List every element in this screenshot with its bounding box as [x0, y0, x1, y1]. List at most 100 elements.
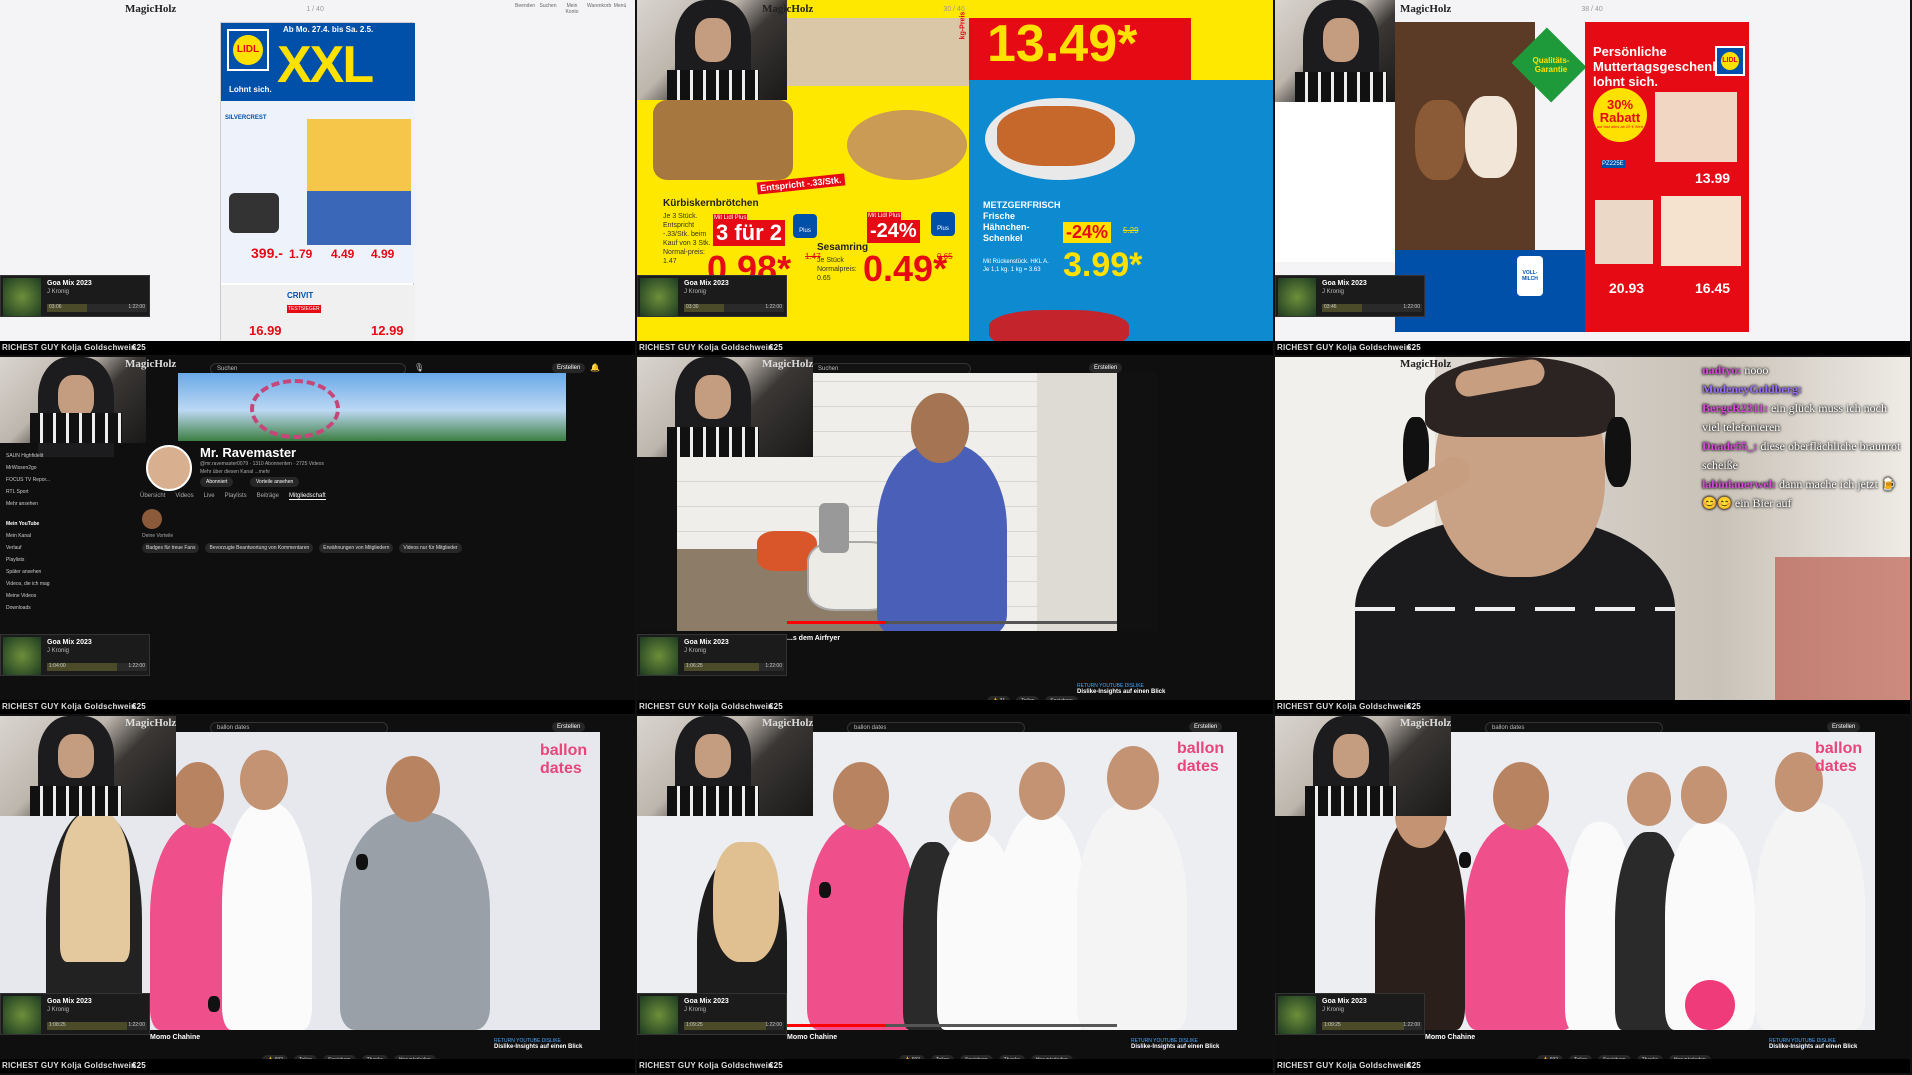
music-total: 1:22:00 — [128, 1022, 145, 1028]
panel-youtube-ballon-3: ballon dates Erstellen ballon dates Momo… — [1275, 716, 1912, 1075]
music-widget: Goa Mix 2023 J Kronig 1:09:25 1:22:00 — [637, 993, 787, 1035]
nav-account[interactable]: Mein Konto — [563, 3, 581, 15]
sidebar-my-youtube[interactable]: Mein YouTube — [6, 521, 39, 527]
video-title: ...s dem Airfryer — [787, 635, 841, 642]
nav-menu[interactable]: Menü — [611, 3, 629, 15]
tab-live[interactable]: Live — [204, 493, 215, 500]
nav-search[interactable]: Suchen — [539, 3, 557, 15]
member-avatar — [142, 509, 162, 529]
sidebar-watch-later[interactable]: Später ansehen — [6, 569, 41, 575]
perk-mentions[interactable]: Erwähnungen von Mitgliedern — [319, 543, 394, 553]
panel-youtube-ballon-1: ballon dates Erstellen ballon dates Momo… — [0, 716, 637, 1075]
sidebar-item-rtl[interactable]: RTL Sport — [6, 489, 29, 495]
kg-price: 13.49* — [987, 15, 1138, 73]
brand-logo: MagicHolz — [1400, 3, 1452, 15]
music-title: Goa Mix 2023 — [47, 280, 92, 287]
tab-playlists[interactable]: Playlists — [225, 493, 247, 500]
price-1399: 13.99 — [1695, 170, 1731, 186]
lidl-logo: LIDL — [227, 29, 269, 71]
plus-label-2: Mit Lidl Plus — [867, 212, 902, 220]
tab-posts[interactable]: Beiträge — [257, 493, 279, 500]
item-sesam-price: 0.49* — [863, 248, 948, 289]
panel-lidl-flyer-muttertag: MagicHolz 38 / 40 Qualitäts-Garantie Per… — [1275, 0, 1912, 357]
sidebar-my-channel[interactable]: Mein Kanal — [6, 533, 31, 539]
music-title: Goa Mix 2023 — [684, 639, 729, 646]
sidebar-item-saun[interactable]: SAUN Highfidelit — [6, 453, 43, 459]
tab-overview[interactable]: Übersicht — [140, 493, 165, 500]
lidl-logo: LIDL — [1715, 46, 1745, 76]
flyer-page: LIDL Lohnt sich. Ab Mo. 27.4. bis Sa. 2.… — [220, 22, 415, 353]
donation-ticker: RICHEST GUY Kolja Goldschwein €25 — [637, 700, 1273, 714]
quality-badge: Qualitäts-Garantie — [1532, 56, 1570, 74]
nav-cart[interactable]: Warenkorb — [587, 3, 611, 15]
sidebar-item-mrwissen[interactable]: MrWissen2go — [6, 465, 37, 471]
perks-button[interactable]: Vorteile ansehen — [250, 477, 300, 487]
music-total: 1:22:00 — [128, 304, 145, 310]
brand-crivit: CRIVIT — [287, 291, 314, 300]
chat-message: labinlauerwel: dann mache ich jetzt 🍺😊😊 … — [1702, 477, 1896, 510]
music-elapsed: 03:06 — [49, 304, 62, 310]
muttertag-headline: Persönliche Muttertagsgeschenke lohnt si… — [1593, 44, 1727, 89]
streamer-webcam — [0, 716, 176, 816]
lidl-plus-logo-1: Plus — [793, 214, 817, 238]
tab-videos[interactable]: Videos — [175, 493, 193, 500]
brand-logo: MagicHolz — [125, 3, 177, 15]
channel-name[interactable]: Momo Chahine — [1425, 1034, 1475, 1041]
item-bun-desc: Je 3 Stück. Entspricht -.33/Stk. beim Ka… — [663, 213, 711, 265]
donation-ticker: RICHEST GUY Kolja Goldschwein €25 — [0, 700, 635, 714]
music-artist: J Kronig — [684, 289, 707, 295]
music-total: 1:22:00 — [1403, 304, 1420, 310]
music-widget: Goa Mix 2023 J Kronig 03:30 1:22:00 — [637, 275, 787, 317]
sidebar-item-more[interactable]: Mehr ansehen — [6, 501, 38, 507]
item-sesam-old: 0.65 — [937, 252, 953, 261]
member-perks-title: Deine Vorteile — [142, 533, 174, 539]
music-elapsed: 1:08:25 — [49, 1022, 66, 1028]
item-chicken-price: 3.99* — [1063, 246, 1143, 284]
music-elapsed: 03:30 — [686, 304, 699, 310]
chat-message: BergeR2311: ein glück muss ich noch viel… — [1702, 401, 1887, 434]
music-elapsed: 1:04:00 — [49, 663, 66, 669]
sidebar-item-focus[interactable]: FOCUS TV Repor... — [6, 477, 50, 483]
ballon-dates-logo: ballon dates — [540, 742, 588, 777]
dislike-ad[interactable]: RETURN YOUTUBE DISLIKE Dislike-Insights … — [1077, 683, 1187, 695]
music-title: Goa Mix 2023 — [684, 998, 729, 1005]
music-title: Goa Mix 2023 — [1322, 280, 1367, 287]
sidebar-downloads[interactable]: Downloads — [6, 605, 31, 611]
donation-ticker: RICHEST GUY Kolja Goldschwein €25 — [0, 341, 635, 355]
music-widget: Goa Mix 2023 J Kronig 1:08:25 1:22:00 — [0, 993, 150, 1035]
subscribe-button[interactable]: Abonniert — [200, 477, 234, 487]
music-widget: Goa Mix 2023 J Kronig 03:46 1:22:00 — [1275, 275, 1425, 317]
rabatt-badge: 30% Rabatt auf fast alles ab 20 € Wert — [1593, 88, 1647, 142]
price-2093: 20.93 — [1609, 280, 1645, 296]
ad-title: Dislike-Insights auf einen Blick — [1077, 689, 1166, 695]
donation-ticker: RICHEST GUY Kolja Goldschwein €25 — [1275, 700, 1910, 714]
music-total: 1:22:00 — [765, 304, 782, 310]
sidebar-my-videos[interactable]: Meine Videos — [6, 593, 36, 599]
item-chicken-deal: -24% — [1063, 222, 1112, 243]
donation-ticker: RICHEST GUY Kolja Goldschwein €25 — [1275, 341, 1910, 355]
panel-lidl-flyer-bakery: MagicHolz 30 / 40 kg-Preis 13.49* Entspr… — [637, 0, 1275, 357]
perk-comments[interactable]: Bevorzugte Beantwortung von Kommentaren — [205, 543, 314, 553]
sidebar-playlists[interactable]: Playlists — [6, 557, 24, 563]
donation-ticker: RICHEST GUY Kolja Goldschwein €25 — [637, 341, 1273, 355]
perk-members-only[interactable]: Videos nur für Mitglieder — [399, 543, 462, 553]
channel-name[interactable]: Momo Chahine — [150, 1034, 200, 1041]
music-widget: Goa Mix 2023 J Kronig 1:09:25 1:22:00 — [1275, 993, 1425, 1035]
item-chicken-name: METZGERFRISCH Frische Hähnchen-Schenkel — [983, 200, 1061, 243]
overlay-brand: MagicHolz — [762, 717, 814, 729]
tab-membership[interactable]: Mitgliedschaft — [288, 493, 326, 500]
music-elapsed: 1:09:25 — [686, 1022, 703, 1028]
item-sesam-name: Sesamring — [817, 242, 869, 253]
item-sesam-desc: Je Stück Normalpreis: 0.65 — [817, 257, 857, 282]
nav-exit[interactable]: Beenden — [515, 3, 535, 15]
channel-name[interactable]: Momo Chahine — [787, 1034, 837, 1041]
channel-desc[interactable]: Mehr über diesen Kanal ...mehr — [200, 469, 270, 475]
streamer-webcam — [637, 357, 813, 457]
dislike-ad[interactable]: RETURN YOUTUBE DISLIKE Dislike-Insights … — [1769, 1038, 1879, 1050]
sidebar-liked[interactable]: Videos, die ich mag — [6, 581, 50, 587]
dislike-ad[interactable]: RETURN YOUTUBE DISLIKE Dislike-Insights … — [1131, 1038, 1241, 1050]
perk-badges[interactable]: Badges für treue Fans — [142, 543, 200, 553]
music-widget: Goa Mix 2023 J Kronig 03:06 1:22:00 — [0, 275, 150, 317]
sidebar-history[interactable]: Verlauf — [6, 545, 22, 551]
dislike-ad[interactable]: RETURN YOUTUBE DISLIKE Dislike-Insights … — [494, 1038, 604, 1050]
